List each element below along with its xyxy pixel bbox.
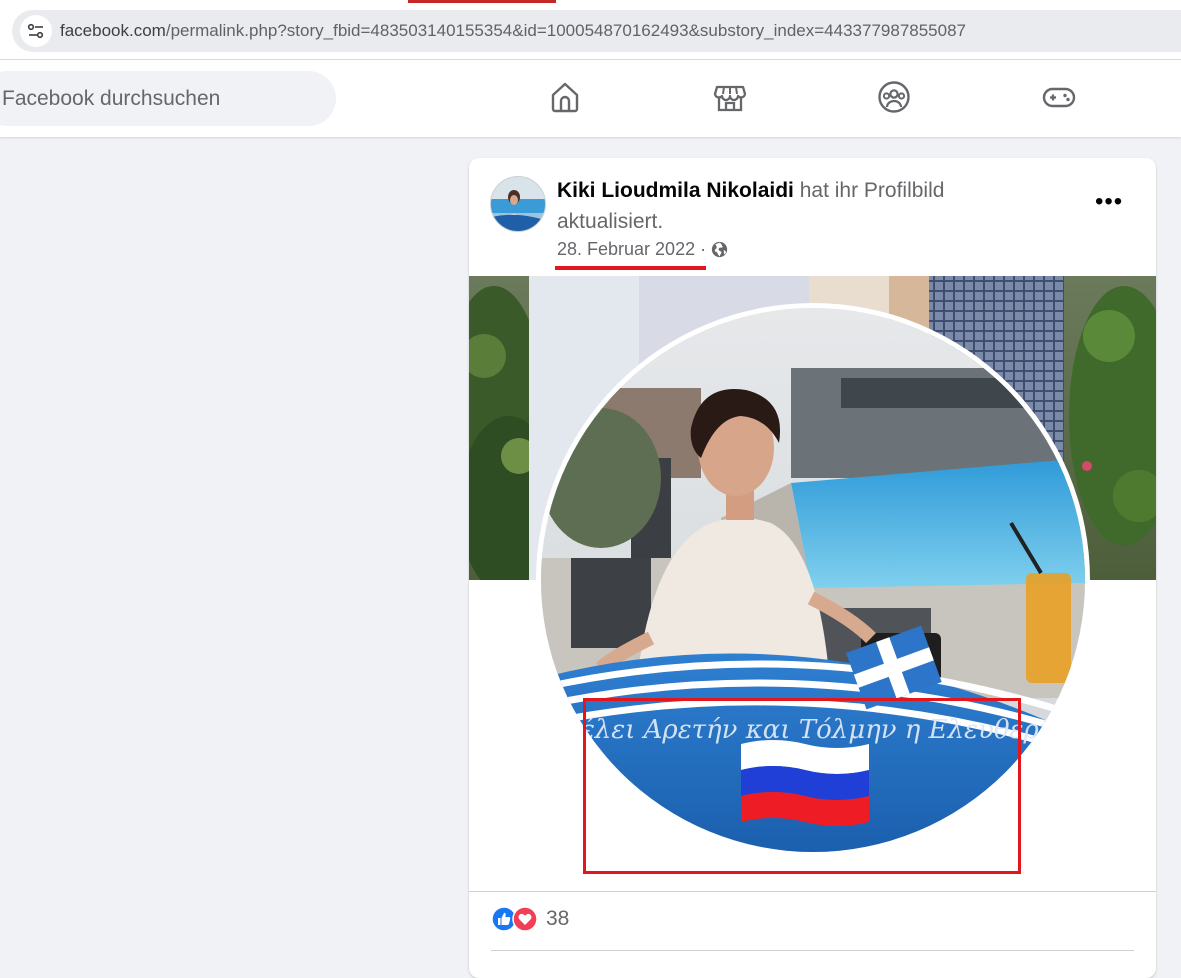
url-text[interactable]: facebook.com/permalink.php?story_fbid=48… — [60, 21, 966, 41]
more-options-button[interactable]: ••• — [1095, 188, 1123, 216]
marketplace-icon[interactable] — [712, 79, 748, 115]
date-underline-annotation — [555, 266, 706, 270]
url-bar[interactable]: facebook.com/permalink.php?story_fbid=48… — [12, 10, 1181, 52]
post-meta: 28. Februar 2022 · — [557, 239, 728, 260]
active-tab-indicator — [408, 0, 556, 3]
tune-icon[interactable] — [20, 15, 52, 47]
search-input[interactable]: Facebook durchsuchen — [0, 71, 336, 126]
divider — [469, 891, 1156, 892]
post-date[interactable]: 28. Februar 2022 — [557, 239, 695, 260]
love-reaction-icon — [512, 906, 538, 932]
author-name[interactable]: Kiki Lioudmila Nikolaidi — [557, 179, 794, 202]
url-host: facebook.com — [60, 21, 166, 40]
divider — [491, 950, 1134, 951]
tab-strip-edge — [0, 0, 1181, 8]
post-header-text: Kiki Lioudmila Nikolaidi hat ihr Profilb… — [557, 175, 1027, 237]
browser-address-bar: facebook.com/permalink.php?story_fbid=48… — [0, 0, 1181, 60]
post-card: Kiki Lioudmila Nikolaidi hat ihr Profilb… — [469, 158, 1156, 978]
url-path: /permalink.php?story_fbid=48350314015535… — [165, 21, 966, 40]
globe-icon[interactable] — [711, 241, 728, 258]
gaming-icon[interactable] — [1041, 79, 1077, 115]
avatar[interactable] — [490, 176, 546, 232]
groups-icon[interactable] — [876, 79, 912, 115]
facebook-header: Facebook durchsuchen — [0, 60, 1181, 137]
meta-separator: · — [700, 239, 707, 259]
reactions-summary[interactable]: 38 — [491, 906, 569, 932]
reaction-count: 38 — [546, 907, 570, 930]
home-icon[interactable] — [547, 79, 583, 115]
annotation-highlight-box — [583, 698, 1021, 874]
